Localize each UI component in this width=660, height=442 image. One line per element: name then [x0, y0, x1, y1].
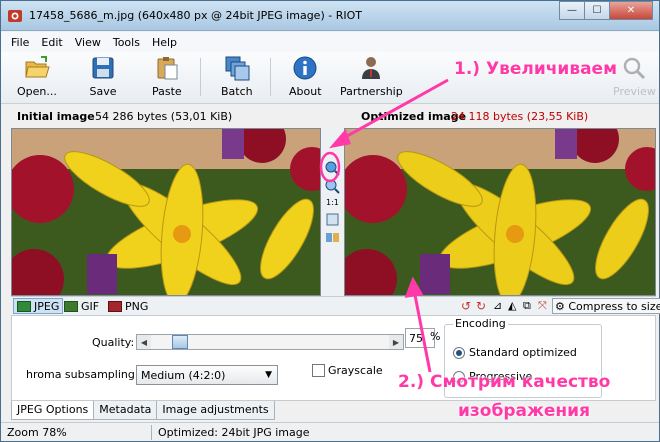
- about-button[interactable]: About: [289, 54, 322, 100]
- menu-view[interactable]: View: [69, 36, 107, 49]
- info-icon: [293, 56, 317, 80]
- toolbar-separator: [270, 58, 271, 96]
- close-button[interactable]: ✕: [609, 1, 653, 20]
- menu-bar: File Edit View Tools Help: [1, 32, 659, 52]
- open-label: Open...: [17, 85, 57, 98]
- gif-format-icon: [64, 300, 78, 312]
- zoom-out-icon[interactable]: [325, 179, 340, 194]
- grayscale-label: Grayscale: [328, 364, 383, 377]
- flip-horizontal-icon[interactable]: ⊿: [493, 299, 502, 312]
- compare-icon[interactable]: [325, 230, 340, 245]
- options-tabs: JPEG Options Metadata Image adjustments: [11, 401, 275, 421]
- minimize-icon: —: [567, 5, 577, 16]
- encoding-title: Encoding: [453, 317, 508, 330]
- about-label: About: [289, 85, 322, 98]
- menu-edit[interactable]: Edit: [35, 36, 68, 49]
- chroma-subsampling-label: hroma subsampling:: [26, 368, 139, 381]
- quality-label: Quality:: [92, 336, 135, 349]
- maximize-button[interactable]: ☐: [584, 1, 610, 20]
- optimized-image-flowers: [345, 129, 655, 295]
- crop-icon[interactable]: ⧉: [523, 299, 531, 313]
- optimization-status: Optimized: 24bit JPG image: [158, 426, 310, 439]
- rotate-left-icon[interactable]: ↺: [461, 299, 471, 313]
- radio-standard-optimized[interactable]: [453, 347, 465, 359]
- tab-image-adjustments[interactable]: Image adjustments: [156, 401, 275, 420]
- window-controls: — ☐ ✕: [559, 1, 653, 21]
- initial-image-flowers: [12, 129, 320, 295]
- quality-percent-sign: %: [430, 330, 441, 343]
- quality-slider[interactable]: ◀ ▶: [136, 334, 404, 350]
- standard-optimized-label: Standard optimized: [469, 346, 577, 359]
- tab-metadata[interactable]: Metadata: [93, 401, 158, 420]
- compress-label: Compress to size: [568, 300, 660, 313]
- zoom-status: Zoom 78%: [7, 426, 67, 439]
- initial-image-size: 54 286 bytes (53,01 KiB): [95, 110, 233, 123]
- chevron-down-icon: ▼: [265, 370, 272, 380]
- tab-gif-label: GIF: [81, 299, 100, 313]
- quality-slider-thumb[interactable]: [172, 335, 188, 349]
- optimized-image-size: 24 118 bytes (23,55 KiB): [451, 110, 589, 123]
- quality-value: 75: [409, 332, 423, 345]
- status-separator: [151, 425, 152, 440]
- tab-jpeg-options[interactable]: JPEG Options: [11, 401, 95, 420]
- fit-window-icon[interactable]: [325, 212, 340, 227]
- person-icon: [362, 57, 381, 79]
- tab-png[interactable]: PNG: [105, 298, 151, 314]
- flip-vertical-icon[interactable]: ◭: [508, 299, 516, 312]
- initial-image-label: Initial image: [17, 110, 95, 123]
- initial-image-pane[interactable]: [11, 128, 321, 296]
- actual-size-button[interactable]: 1:1: [326, 198, 339, 207]
- compress-to-size-button[interactable]: ⚙ Compress to size: [552, 298, 660, 314]
- chroma-subsampling-value: Medium (4:2:0): [141, 369, 226, 382]
- title-bar: 17458_5686_m.jpg (640x480 px @ 24bit JPE…: [1, 1, 659, 31]
- preview-button[interactable]: Preview: [613, 54, 656, 100]
- partnership-button[interactable]: Partnership: [340, 54, 403, 100]
- open-button[interactable]: Open...: [17, 54, 57, 100]
- slider-right-arrow-icon[interactable]: ▶: [389, 335, 403, 349]
- paste-label: Paste: [152, 85, 182, 98]
- paste-button[interactable]: Paste: [152, 54, 182, 100]
- minimize-button[interactable]: —: [559, 1, 585, 20]
- save-label: Save: [89, 85, 117, 98]
- annotation-step1: 1.) Увеличиваем: [454, 59, 617, 79]
- batch-label: Batch: [221, 85, 253, 98]
- save-button[interactable]: Save: [89, 54, 117, 100]
- format-bar: JPEG GIF PNG ↺ ↻ ⊿ ◭ ⧉ ⤧ ⚙ Compress to s…: [11, 296, 660, 315]
- menu-help[interactable]: Help: [146, 36, 183, 49]
- tab-jpeg[interactable]: JPEG: [13, 298, 64, 314]
- preview-label: Preview: [613, 85, 656, 98]
- grayscale-checkbox[interactable]: [312, 364, 325, 377]
- tab-jpeg-label: JPEG: [34, 299, 60, 313]
- resize-icon[interactable]: ⤧: [538, 299, 547, 313]
- batch-images-icon: [225, 56, 250, 81]
- zoom-toolstrip: 1:1: [322, 128, 343, 296]
- partnership-label: Partnership: [340, 85, 403, 98]
- riot-app-icon: [8, 10, 22, 22]
- zoom-in-icon[interactable]: [325, 161, 340, 176]
- menu-tools[interactable]: Tools: [107, 36, 146, 49]
- window-title: 17458_5686_m.jpg (640x480 px @ 24bit JPE…: [29, 9, 362, 22]
- image-info-bar: Initial image 54 286 bytes (53,01 KiB) O…: [1, 105, 659, 127]
- annotation-step2-line2: изображения: [458, 401, 590, 421]
- slider-left-arrow-icon[interactable]: ◀: [137, 335, 151, 349]
- paste-clipboard-icon: [157, 57, 178, 80]
- jpeg-format-icon: [17, 300, 31, 312]
- toolbar-separator: [200, 58, 201, 96]
- floppy-disk-icon: [92, 57, 114, 79]
- menu-file[interactable]: File: [5, 36, 35, 49]
- tab-gif[interactable]: GIF: [61, 298, 102, 314]
- folder-open-icon: [25, 56, 50, 78]
- rotate-right-icon[interactable]: ↻: [476, 299, 486, 313]
- annotation-step2-line1: 2.) Смотрим качество: [398, 372, 611, 392]
- tab-png-label: PNG: [125, 299, 149, 313]
- optimized-image-pane[interactable]: [344, 128, 656, 296]
- maximize-icon: ☐: [592, 5, 602, 16]
- status-bar: Zoom 78% Optimized: 24bit JPG image: [1, 422, 659, 441]
- png-format-icon: [108, 300, 122, 312]
- compress-icon: ⚙: [555, 300, 565, 313]
- magnifier-icon: [624, 57, 646, 80]
- chroma-subsampling-select[interactable]: Medium (4:2:0) ▼: [136, 365, 278, 385]
- close-icon: ✕: [626, 5, 636, 16]
- batch-button[interactable]: Batch: [221, 54, 253, 100]
